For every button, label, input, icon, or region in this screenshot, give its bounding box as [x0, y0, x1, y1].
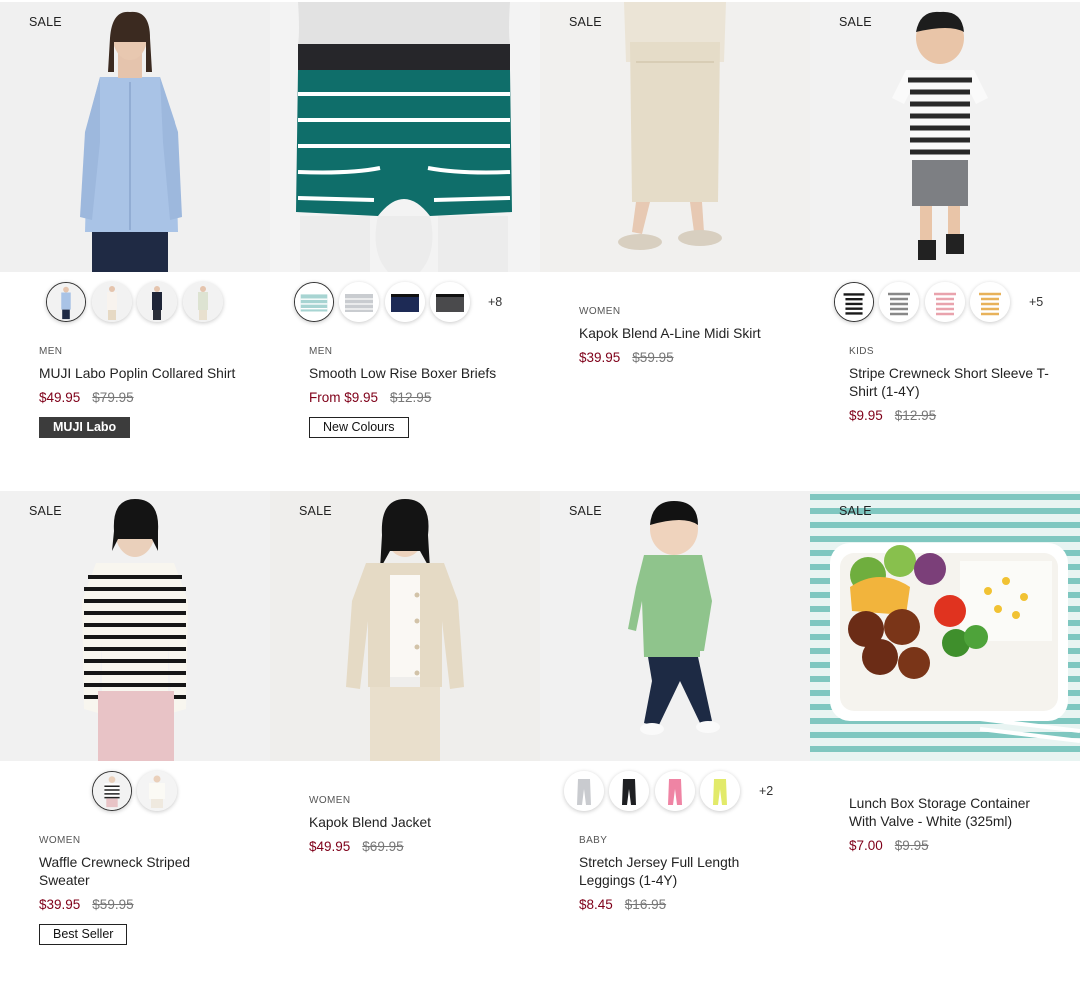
sale-label: SALE [839, 15, 872, 29]
swatch-yellow-stripe[interactable] [970, 282, 1010, 322]
swatch-ivory[interactable] [137, 771, 177, 811]
original-price: $59.95 [92, 897, 134, 912]
product-card-leggings[interactable]: SALE +2 BABY Stretch Jersey Full Length … [540, 491, 810, 980]
swatch-black[interactable] [609, 771, 649, 811]
original-price: $69.95 [362, 839, 404, 854]
product-info: BABY Stretch Jersey Full Length Leggings… [579, 835, 789, 912]
product-info: MEN MUJI Labo Poplin Collared Shirt $49.… [39, 346, 249, 438]
color-swatches [0, 769, 270, 817]
swatch-lime[interactable] [700, 771, 740, 811]
sale-label: SALE [29, 15, 62, 29]
sale-price: $7.00 [849, 838, 883, 853]
product-name[interactable]: Waffle Crewneck Striped Sweater [39, 854, 209, 890]
product-image[interactable]: SALE [810, 491, 1080, 761]
sale-price: $39.95 [579, 350, 621, 365]
product-card-muji-labo-shirt[interactable]: SALE MEN MUJI Labo Poplin Collared Shirt… [0, 2, 270, 491]
sale-price: $49.95 [39, 390, 81, 405]
sale-label: SALE [299, 504, 332, 518]
swatch-grey-stripe[interactable] [339, 282, 379, 322]
product-category: BABY [579, 835, 608, 846]
product-name[interactable]: Kapok Blend Jacket [309, 814, 519, 832]
product-price: $7.00 $9.95 [849, 838, 1059, 853]
swatch-black-stripe[interactable] [92, 771, 132, 811]
color-swatches [0, 280, 270, 328]
muji-labo-badge: MUJI Labo [39, 417, 131, 438]
product-info: WOMEN Kapok Blend Jacket $49.95 $69.95 [309, 795, 519, 854]
original-price: $79.95 [92, 390, 134, 405]
product-category: WOMEN [309, 795, 351, 806]
product-info: WOMEN Kapok Blend A-Line Midi Skirt $39.… [579, 306, 789, 365]
product-name[interactable]: Stretch Jersey Full Length Leggings (1-4… [579, 854, 749, 890]
product-info: WOMEN Waffle Crewneck Striped Sweater $3… [39, 835, 249, 945]
swatch-pink-stripe[interactable] [925, 282, 965, 322]
sale-price: From $9.95 [309, 390, 379, 405]
original-price: $59.95 [632, 350, 674, 365]
original-price: $12.95 [390, 390, 432, 405]
product-price: $39.95 $59.95 [39, 897, 249, 912]
sale-price: $39.95 [39, 897, 81, 912]
swatch-grey-stripe[interactable] [879, 282, 919, 322]
product-category: KIDS [849, 346, 874, 357]
original-price: $16.95 [624, 897, 667, 912]
original-price: $12.95 [894, 408, 937, 423]
sale-label: SALE [29, 504, 62, 518]
product-card-boxer-briefs[interactable]: +8 MEN Smooth Low Rise Boxer Briefs From… [270, 2, 540, 491]
product-price: $49.95 $79.95 [39, 390, 249, 405]
product-image[interactable]: SALE [270, 491, 540, 761]
product-name[interactable]: Stripe Crewneck Short Sleeve T-Shirt (1-… [849, 365, 1059, 401]
product-price: $49.95 $69.95 [309, 839, 519, 854]
color-swatches: +8 [270, 280, 540, 328]
swatch-charcoal[interactable] [430, 282, 470, 322]
product-price: $8.45 $16.95 [579, 897, 789, 912]
product-category: MEN [309, 346, 333, 357]
more-colors-link[interactable]: +5 [1029, 295, 1043, 309]
swatch-teal-stripe[interactable] [294, 282, 334, 322]
original-price: $9.95 [894, 838, 929, 853]
product-price: $39.95 $59.95 [579, 350, 789, 365]
more-colors-link[interactable]: +2 [759, 784, 773, 798]
swatch-navy[interactable] [137, 282, 177, 322]
product-name[interactable]: MUJI Labo Poplin Collared Shirt [39, 365, 249, 383]
product-card-stripe-tee[interactable]: SALE +5 KIDS Stripe Crewneck Short Sleev… [810, 2, 1080, 491]
swatch-beige[interactable] [183, 282, 223, 322]
swatch-white[interactable] [92, 282, 132, 322]
swatch-navy[interactable] [385, 282, 425, 322]
product-price: $9.95 $12.95 [849, 408, 1059, 423]
product-image[interactable]: SALE [0, 491, 270, 761]
sale-price: $8.45 [579, 897, 613, 912]
swatch-grey[interactable] [564, 771, 604, 811]
sale-label: SALE [569, 504, 602, 518]
product-image[interactable]: SALE [540, 2, 810, 272]
sale-label: SALE [839, 504, 872, 518]
color-swatches: +5 [810, 280, 1080, 328]
product-card-lunch-box[interactable]: SALE Lunch Box Storage Container With Va… [810, 491, 1080, 980]
product-image[interactable]: SALE [540, 491, 810, 761]
product-price: From $9.95 $12.95 [309, 390, 519, 405]
product-info: KIDS Stripe Crewneck Short Sleeve T-Shir… [849, 346, 1059, 423]
product-info: MEN Smooth Low Rise Boxer Briefs From $9… [309, 346, 519, 438]
product-category: WOMEN [579, 306, 621, 317]
sale-price: $49.95 [309, 839, 351, 854]
product-category: WOMEN [39, 835, 81, 846]
product-card-striped-sweater[interactable]: SALE WOMEN Waffle Crewneck Striped Sweat… [0, 491, 270, 980]
product-image[interactable]: SALE [810, 2, 1080, 272]
product-name[interactable]: Kapok Blend A-Line Midi Skirt [579, 325, 789, 343]
product-name[interactable]: Smooth Low Rise Boxer Briefs [309, 365, 519, 383]
product-card-kapok-jacket[interactable]: SALE WOMEN Kapok Blend Jacket $49.95 $69.… [270, 491, 540, 980]
color-swatches: +2 [540, 769, 810, 817]
product-category: MEN [39, 346, 63, 357]
swatch-blue[interactable] [46, 282, 86, 322]
product-image[interactable] [270, 2, 540, 272]
product-image[interactable]: SALE [0, 2, 270, 272]
best-seller-badge: Best Seller [39, 924, 128, 945]
product-info: Lunch Box Storage Container With Valve -… [849, 795, 1059, 853]
new-colours-badge: New Colours [309, 417, 409, 438]
swatch-black-stripe[interactable] [834, 282, 874, 322]
swatch-pink[interactable] [655, 771, 695, 811]
product-name[interactable]: Lunch Box Storage Container With Valve -… [849, 795, 1039, 831]
sale-price: $9.95 [849, 408, 883, 423]
sale-label: SALE [569, 15, 602, 29]
product-card-midi-skirt[interactable]: SALE WOMEN Kapok Blend A-Line Midi Skirt… [540, 2, 810, 491]
more-colors-link[interactable]: +8 [488, 295, 502, 309]
